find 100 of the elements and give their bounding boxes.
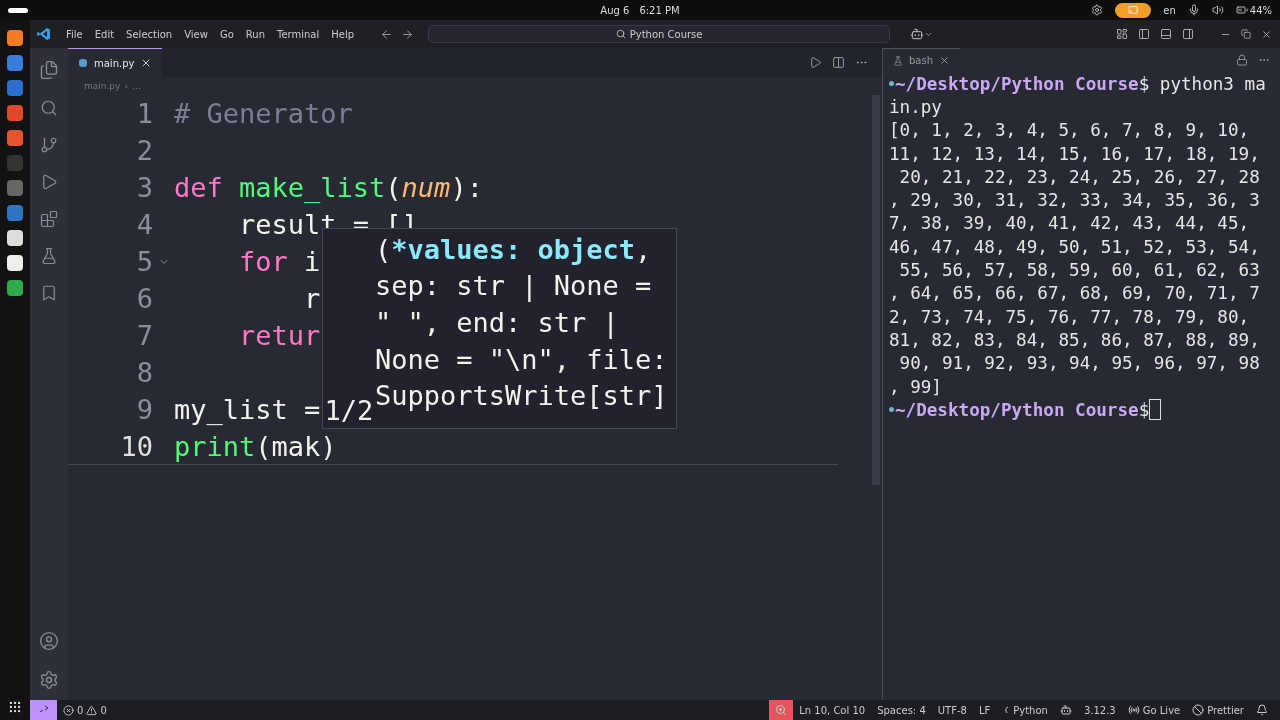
account-icon[interactable] [39,631,59,651]
code-token: # Generator [174,98,353,129]
status-item[interactable]: 3.12.3 [1077,700,1122,720]
terminal-output: 2, 73, 74, 75, 76, 77, 78, 79, 80, [889,306,1250,327]
editor-tab[interactable]: main.py [68,48,163,77]
status-item[interactable]: Ln 10, Col 10 [793,700,872,720]
copilot-icon[interactable] [910,27,925,41]
code-token: make_list [239,172,386,203]
prompt-dot-icon [889,81,894,87]
code-token: ( [385,172,402,203]
menu-item[interactable]: File [60,28,89,40]
zoom-icon [775,704,788,716]
overload-counter[interactable]: 1/2 [324,395,374,426]
menu-item[interactable]: Run [239,28,271,40]
app-icon[interactable] [7,80,23,96]
signature-text: SupportsWrite[str] [375,380,668,412]
prettier-button[interactable]: Prettier [1186,700,1250,720]
line-number: 10 [119,431,153,462]
status-item[interactable]: UTF-8 [931,700,973,720]
status-item[interactable]: Spaces: 4 [871,700,932,720]
app-icon[interactable] [7,280,23,296]
command-center[interactable]: Python Course [428,25,891,43]
terminal-output: 55, 56, 57, 58, 59, 60, 61, 62, 63 [898,260,1260,280]
disabled-icon [1192,704,1205,716]
menu-item[interactable]: Selection [120,28,179,40]
signature-text: , [635,233,652,265]
line-number: 8 [135,357,153,388]
terminal-output: 46, 47, 48, 49, 50, 51, 52, 53, 54, [889,236,1260,257]
problems-button[interactable]: 0 0 [57,700,113,720]
warning-icon [86,704,98,716]
code-token: ): [450,172,483,203]
menu-item[interactable]: Edit [88,28,121,40]
terminal-output: , 99] [889,376,942,397]
app-icon[interactable] [7,30,23,46]
menu-item[interactable]: Help [325,28,361,40]
signature-text: None = "\n", file: [375,343,668,375]
microphone-icon[interactable] [1187,4,1200,16]
extensions-icon[interactable] [40,210,58,228]
prompt-symbol: $ [1138,399,1150,420]
terminal-tab[interactable]: bash [883,47,961,73]
battery-text: 44% [1249,4,1272,16]
prompt-path: ~/Desktop/Python Course [895,399,1139,420]
panel-toggle-icon[interactable] [1160,28,1172,40]
apps-grid-icon[interactable] [8,700,22,714]
app-icon[interactable] [7,55,23,71]
terminal-output: , 64, 65, 66, 67, 68, 69, 70, 71, 7 [889,283,1260,304]
app-icon[interactable] [7,230,23,246]
python-file-icon [78,58,88,68]
secondary-sidebar-icon[interactable] [1182,28,1194,40]
testing-icon[interactable] [40,247,58,265]
signature-text: sep: str | None = [375,270,652,302]
app-icon[interactable] [7,205,23,221]
search-icon[interactable] [40,99,58,117]
close-icon[interactable] [939,55,951,66]
battery-icon[interactable] [1235,4,1248,16]
activities-indicator[interactable] [8,7,28,13]
source-control-icon[interactable] [40,136,58,154]
lock-button[interactable] [1236,54,1248,66]
terminal-output: 7, 38, 39, 40, 41, 42, 43, 44, 45, [889,213,1250,234]
robot-icon [1059,704,1072,716]
bell-icon [1256,704,1268,716]
language-indicator[interactable]: en [1163,4,1176,16]
bookmark-icon[interactable] [40,284,58,302]
run-button[interactable] [809,56,822,69]
brace-icon [1002,705,1011,715]
menu-item[interactable]: View [178,28,214,40]
forward-button[interactable] [401,27,415,41]
go-live-button[interactable]: Go Live [1121,700,1187,720]
zoom-button[interactable] [769,700,794,720]
code-token: retur [238,320,321,351]
terminal-output: 11, 12, 13, 14, 15, 16, 17, 18, 19, [889,143,1260,164]
app-icon[interactable] [7,105,23,121]
broadcast-icon [1127,704,1140,716]
remote-icon [38,705,49,715]
menu-item[interactable]: Terminal [271,28,326,40]
volume-icon[interactable] [1211,4,1224,16]
time-text: 6:21 PM [639,4,680,16]
app-icon[interactable] [7,130,23,146]
code-token: my_list = [174,394,321,425]
split-editor-button[interactable] [832,56,845,69]
signature-text: " ", end: str | [375,307,619,338]
sidebar-toggle-icon[interactable] [1138,28,1150,40]
layout-icon[interactable] [1116,28,1128,40]
line-number: 2 [135,135,153,166]
run-debug-icon[interactable] [40,173,58,191]
code-token: for [238,246,289,277]
prompt-path: ~/Desktop/Python Course [895,73,1139,94]
language-button[interactable]: Python [996,700,1054,720]
signature-text: *values: object [391,233,636,265]
code-token: def [174,172,224,203]
close-button[interactable] [1261,28,1272,40]
explorer-icon[interactable] [39,60,59,80]
restore-button[interactable] [1241,29,1251,39]
back-button[interactable] [380,27,394,41]
code-token: r [303,283,321,314]
app-icon[interactable] [7,255,23,271]
menu-item[interactable]: Go [213,28,240,40]
screen-share-indicator[interactable] [1115,2,1152,18]
settings-icon[interactable] [39,670,59,690]
status-item[interactable]: LF [972,700,997,720]
